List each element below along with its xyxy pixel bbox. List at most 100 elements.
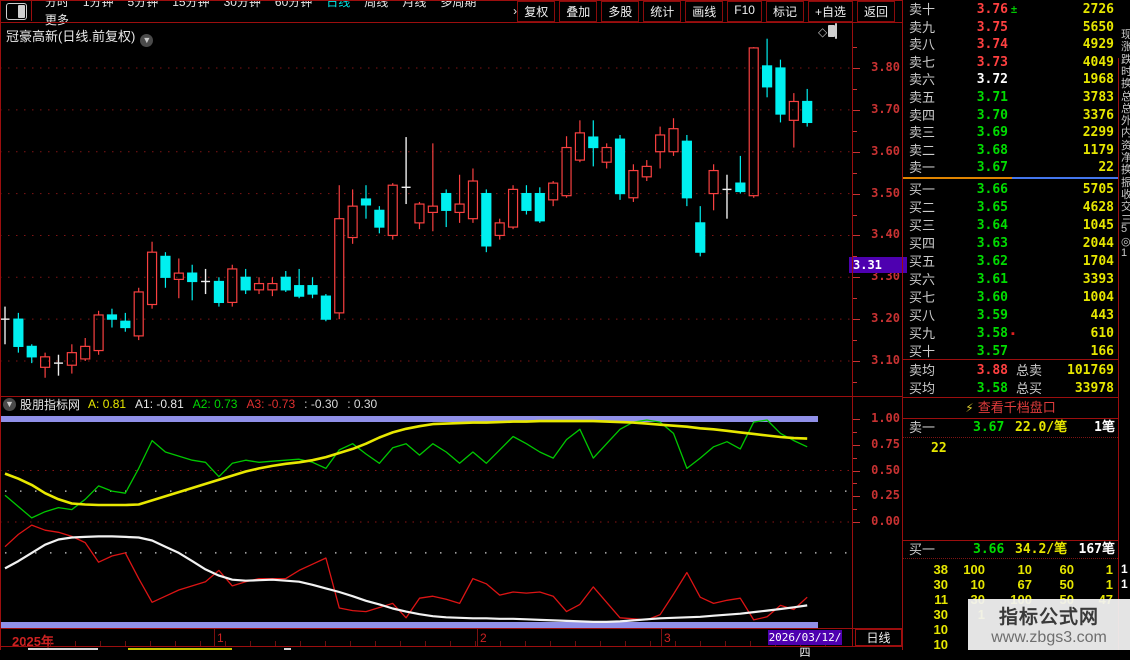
level-price[interactable]: 3.63: [977, 235, 1008, 253]
top-menubar: 分时 1分钟 5分钟 15分钟 30分钟 60分钟 日线 周线 月线 多周期更多 › 复权 叠加 多股…: [0, 0, 903, 27]
border: [0, 0, 1, 650]
clipped-label: 1: [1121, 247, 1128, 260]
sell-level-row[interactable]: 卖三 3.69 2299: [903, 124, 1118, 142]
sell-level-row[interactable]: 卖六 3.72 1968: [903, 71, 1118, 89]
menu-item-多周期[interactable]: 多周期: [433, 0, 483, 9]
buy-level-row[interactable]: 买三 3.64 1045: [903, 217, 1118, 235]
level-label: 买七: [909, 289, 936, 305]
buy-average-value: 3.58: [976, 381, 1008, 396]
level-price[interactable]: 3.76: [977, 1, 1008, 19]
toolbar-button-+自选[interactable]: +自选: [807, 0, 853, 22]
diamond-icon[interactable]: ◇: [818, 25, 827, 39]
level-price[interactable]: 3.62: [977, 253, 1008, 271]
menu-separator: [30, 1, 32, 21]
split-pane-icon[interactable]: [6, 2, 27, 20]
level-volume: 1004: [1082, 289, 1114, 305]
buy-level-row[interactable]: 买二 3.65 4628: [903, 199, 1118, 217]
level-price[interactable]: 3.69: [977, 124, 1008, 142]
level-price[interactable]: 3.68: [977, 142, 1008, 160]
buy-level-row[interactable]: 买十 3.57 166: [903, 343, 1118, 361]
queue-volume: 10: [933, 621, 948, 637]
level-price[interactable]: 3.61: [977, 271, 1008, 289]
chevron-down-icon[interactable]: ▼: [3, 397, 16, 411]
queue-volume: 38: [933, 562, 948, 577]
axis-tick: [853, 194, 860, 195]
toolbar-button-复权[interactable]: 复权: [517, 0, 556, 22]
sell-level-row[interactable]: 卖八 3.74 4929: [903, 36, 1118, 54]
level-volume: 1968: [1082, 72, 1114, 88]
menu-item-60分钟[interactable]: 60分钟: [268, 0, 319, 9]
chevron-down-icon[interactable]: ▼: [140, 34, 154, 47]
toolbar-button-叠加[interactable]: 叠加: [559, 0, 598, 22]
candlestick-chart[interactable]: [0, 23, 853, 396]
buy-level-row[interactable]: 买七 3.60 1004: [903, 289, 1118, 307]
level-volume: 166: [1090, 343, 1114, 359]
menu-item-30分钟[interactable]: 30分钟: [217, 0, 268, 9]
queue-volume: 30: [933, 606, 948, 622]
sell-queue-row[interactable]: 卖一 3.67 22.0/笔 1笔: [903, 420, 1118, 436]
toolbar-button-F10[interactable]: F10: [727, 0, 762, 22]
level-price[interactable]: 3.66: [977, 181, 1008, 199]
sell-level-row[interactable]: 卖四 3.70 3376: [903, 107, 1118, 125]
toolbar-button-统计[interactable]: 统计: [643, 0, 682, 22]
toolbar-button-标记[interactable]: 标记: [765, 0, 804, 22]
sell-level-row[interactable]: 卖二 3.68 1179: [903, 142, 1118, 160]
sell-level-row[interactable]: 卖五 3.71 3783: [903, 89, 1118, 107]
price-tick-label: 3.80: [871, 60, 900, 74]
view-thousand-levels-button[interactable]: ⚡ 查看千档盘口: [903, 399, 1118, 417]
buy-level-row[interactable]: 买五 3.62 1704: [903, 253, 1118, 271]
level-volume: 3393: [1082, 271, 1114, 287]
level-price[interactable]: 3.74: [977, 36, 1008, 54]
dotted-divider: [903, 558, 1118, 559]
menu-item-日线[interactable]: 日线: [319, 0, 357, 9]
watermark: 指标公式网 www.zbgs3.com: [968, 599, 1130, 650]
axis-tick: [853, 319, 860, 320]
sell-level-row[interactable]: 卖七 3.73 4049: [903, 54, 1118, 72]
sell-level-row[interactable]: 卖十 3.76 ±2726: [903, 1, 1118, 19]
buy-level-row[interactable]: 买六 3.61 3393: [903, 271, 1118, 289]
level-price[interactable]: 3.65: [977, 199, 1008, 217]
menu-item-周线[interactable]: 周线: [357, 0, 395, 9]
menu-item-15分钟[interactable]: 15分钟: [165, 0, 216, 9]
level-label: 买三: [909, 217, 936, 233]
toolbar-button-多股[interactable]: 多股: [601, 0, 640, 22]
level-label: 买五: [909, 253, 936, 269]
level-price[interactable]: 3.64: [977, 217, 1008, 235]
level-price[interactable]: 3.70: [977, 107, 1008, 125]
period-indicator[interactable]: 日线: [855, 629, 902, 646]
menu-item-5分钟[interactable]: 5分钟: [121, 0, 166, 9]
level-price[interactable]: 3.71: [977, 89, 1008, 107]
level-price[interactable]: 3.60: [977, 289, 1008, 307]
buy-level-row[interactable]: 买八 3.59 443: [903, 307, 1118, 325]
indicator-tick-label: 1.00: [871, 411, 900, 425]
toolbar-button-画线[interactable]: 画线: [685, 0, 724, 22]
level-price[interactable]: 3.59: [977, 307, 1008, 325]
sell-level-row[interactable]: 卖九 3.75 5650: [903, 19, 1118, 37]
split-pane-icon[interactable]: [835, 23, 837, 39]
level-price[interactable]: 3.73: [977, 54, 1008, 72]
level-label: 买九: [909, 325, 936, 341]
buy-queue-row[interactable]: 买一 3.66 34.2/笔 167笔: [903, 542, 1118, 558]
axis-month-label: 3: [664, 631, 671, 645]
menu-item-1分钟[interactable]: 1分钟: [76, 0, 121, 9]
indicator-chart[interactable]: [0, 412, 853, 628]
level-price[interactable]: 3.67: [977, 159, 1008, 177]
toolbar-button-返回[interactable]: 返回: [856, 0, 895, 22]
level-volume: 4929: [1082, 37, 1114, 53]
level-price[interactable]: 3.75: [977, 19, 1008, 37]
axis-tick: [853, 340, 857, 341]
level-price[interactable]: 3.58: [977, 325, 1008, 343]
axis-tick: [853, 496, 860, 497]
queue-volume: 10: [1017, 562, 1032, 577]
buy-level-row[interactable]: 买一 3.66 5705: [903, 181, 1118, 199]
sell-level-row[interactable]: 卖一 3.67 22: [903, 159, 1118, 177]
axis-tick: [853, 382, 857, 383]
menu-item-月线[interactable]: 月线: [395, 0, 433, 9]
buy-level-row[interactable]: 买九 3.58 ▪ 610: [903, 325, 1118, 343]
menu-item-分时[interactable]: 分时: [38, 0, 76, 9]
level-label: 卖四: [909, 107, 936, 123]
level-price[interactable]: 3.72: [977, 71, 1008, 89]
buy-level-row[interactable]: 买四 3.63 2044: [903, 235, 1118, 253]
level-price[interactable]: 3.57: [977, 343, 1008, 361]
axis-tick: [853, 298, 857, 299]
